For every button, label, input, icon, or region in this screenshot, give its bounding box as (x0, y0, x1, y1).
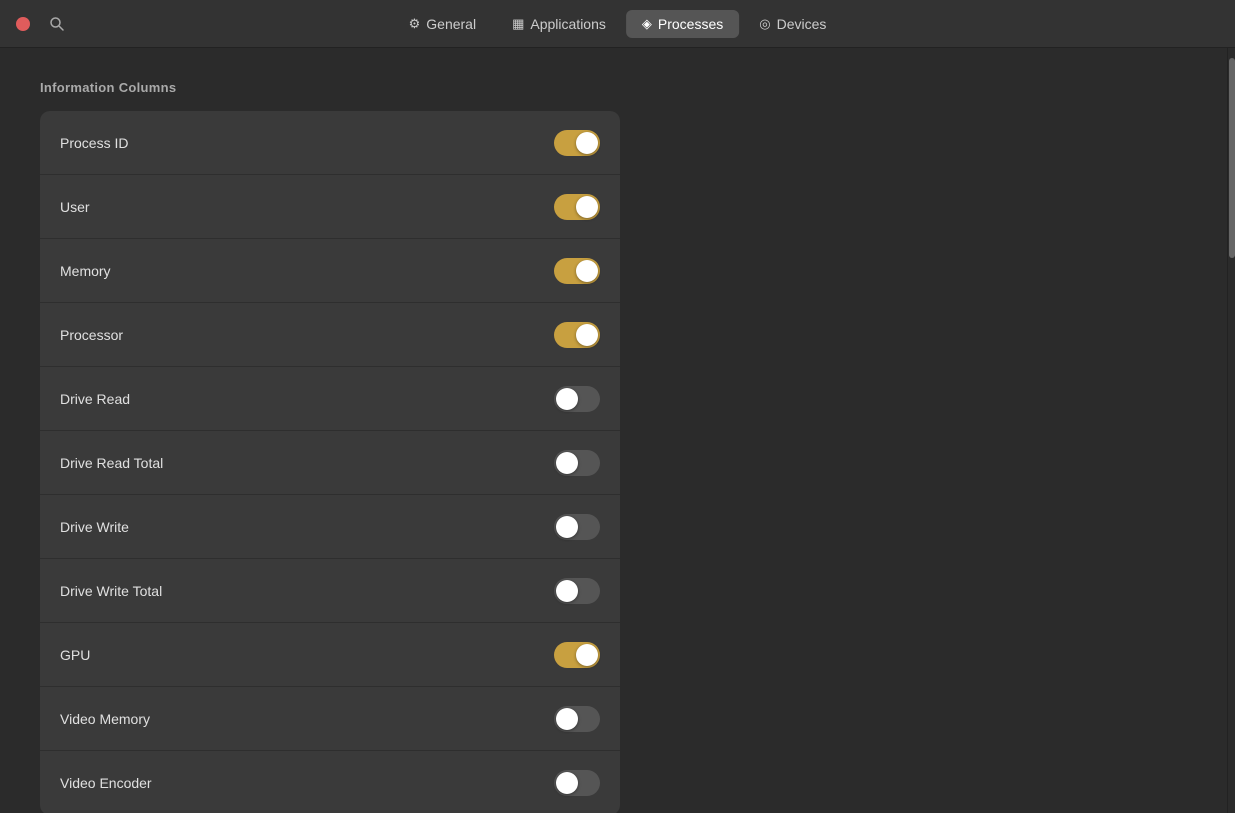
knob-video-encoder (556, 772, 578, 794)
toggle-drive-read[interactable] (554, 386, 600, 412)
main-content: Information Columns Process ID User Memory… (0, 48, 1235, 813)
nav-tabs: ⚙ General ▦ Applications ◈ Processes ◎ Devices (393, 10, 843, 38)
label-drive-write: Drive Write (60, 519, 129, 535)
scrollbar-track[interactable] (1227, 48, 1235, 813)
titlebar: ⚙ General ▦ Applications ◈ Processes ◎ Devices (0, 0, 1235, 48)
devices-tab-icon: ◎ (759, 16, 770, 32)
row-process-id: Process ID (40, 111, 620, 175)
toggle-gpu[interactable] (554, 642, 600, 668)
processes-tab-icon: ◈ (642, 16, 652, 32)
scrollbar-thumb (1229, 58, 1235, 258)
row-drive-write-total: Drive Write Total (40, 559, 620, 623)
settings-list: Process ID User Memory Processor Drive Read D… (40, 111, 620, 813)
slider-video-memory (554, 706, 600, 732)
content-area: Information Columns Process ID User Memory… (0, 48, 1227, 813)
search-button[interactable] (42, 9, 72, 39)
slider-video-encoder (554, 770, 600, 796)
slider-memory (554, 258, 600, 284)
search-icon (49, 16, 65, 32)
row-video-memory: Video Memory (40, 687, 620, 751)
label-drive-write-total: Drive Write Total (60, 583, 162, 599)
window-controls (16, 17, 30, 31)
row-drive-read-total: Drive Read Total (40, 431, 620, 495)
general-tab-label: General (426, 16, 476, 32)
toggle-process-id[interactable] (554, 130, 600, 156)
toggle-video-memory[interactable] (554, 706, 600, 732)
general-tab-icon: ⚙ (409, 16, 421, 32)
slider-processor (554, 322, 600, 348)
row-memory: Memory (40, 239, 620, 303)
label-memory: Memory (60, 263, 111, 279)
slider-drive-read-total (554, 450, 600, 476)
row-gpu: GPU (40, 623, 620, 687)
toggle-drive-read-total[interactable] (554, 450, 600, 476)
applications-tab-icon: ▦ (512, 16, 524, 32)
toggle-processor[interactable] (554, 322, 600, 348)
toggle-memory[interactable] (554, 258, 600, 284)
label-drive-read: Drive Read (60, 391, 130, 407)
knob-drive-read (556, 388, 578, 410)
tab-devices[interactable]: ◎ Devices (743, 10, 842, 38)
label-drive-read-total: Drive Read Total (60, 455, 163, 471)
processes-tab-label: Processes (658, 16, 723, 32)
section-title: Information Columns (40, 80, 1187, 95)
label-gpu: GPU (60, 647, 90, 663)
slider-process-id (554, 130, 600, 156)
label-user: User (60, 199, 90, 215)
slider-drive-write (554, 514, 600, 540)
tab-applications[interactable]: ▦ Applications (496, 10, 622, 38)
slider-user (554, 194, 600, 220)
label-video-memory: Video Memory (60, 711, 150, 727)
knob-drive-write (556, 516, 578, 538)
knob-user (576, 196, 598, 218)
row-user: User (40, 175, 620, 239)
row-drive-write: Drive Write (40, 495, 620, 559)
toggle-drive-write-total[interactable] (554, 578, 600, 604)
tab-processes[interactable]: ◈ Processes (626, 10, 739, 38)
knob-drive-write-total (556, 580, 578, 602)
slider-drive-read (554, 386, 600, 412)
toggle-video-encoder[interactable] (554, 770, 600, 796)
knob-processor (576, 324, 598, 346)
toggle-user[interactable] (554, 194, 600, 220)
row-video-encoder: Video Encoder (40, 751, 620, 813)
knob-video-memory (556, 708, 578, 730)
label-processor: Processor (60, 327, 123, 343)
devices-tab-label: Devices (777, 16, 827, 32)
row-drive-read: Drive Read (40, 367, 620, 431)
row-processor: Processor (40, 303, 620, 367)
slider-drive-write-total (554, 578, 600, 604)
knob-process-id (576, 132, 598, 154)
slider-gpu (554, 642, 600, 668)
tab-general[interactable]: ⚙ General (393, 10, 492, 38)
label-process-id: Process ID (60, 135, 128, 151)
knob-gpu (576, 644, 598, 666)
toggle-drive-write[interactable] (554, 514, 600, 540)
applications-tab-label: Applications (530, 16, 606, 32)
close-button[interactable] (16, 17, 30, 31)
knob-drive-read-total (556, 452, 578, 474)
knob-memory (576, 260, 598, 282)
label-video-encoder: Video Encoder (60, 775, 152, 791)
